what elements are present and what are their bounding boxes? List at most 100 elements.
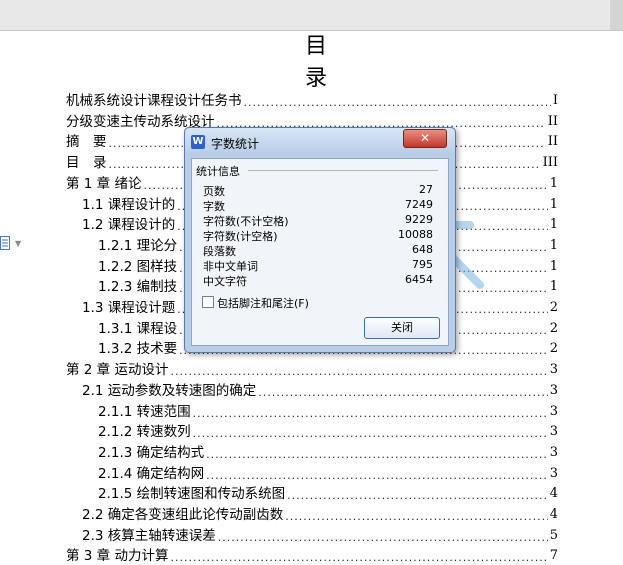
toc-leader-dots: ........................................…: [243, 96, 551, 109]
toc-entry[interactable]: 2.1 运动参数及转速图的确定.........................…: [82, 380, 558, 400]
toc-entry-page: 3: [549, 424, 558, 440]
toc-entry-page: 1: [549, 196, 558, 212]
toc-entry[interactable]: 2.1.5 绘制转速图和传动系统图.......................…: [98, 483, 558, 503]
toc-entry-title: 摘 要: [66, 134, 107, 151]
statistics-section-label: 统计信息: [196, 165, 240, 178]
toc-entry-title: 目 录: [66, 155, 107, 172]
stat-label: 字符数(不计空格): [203, 215, 289, 228]
toc-entry-title: 1.3.2 技术要: [98, 341, 178, 358]
dialog-body: 统计信息 页数 27 字数 7249 字符数(不计空格) 9229 字符数(计空格) 1008…: [191, 158, 449, 346]
word-count-dialog: W 字数统计 ✕ 统计信息 页数 27 字数 7249 字符数(不计空格) 9229 字符数…: [184, 127, 456, 353]
toc-entry[interactable]: 第 3 章 动力计算..............................…: [66, 545, 558, 565]
window-edge: [610, 0, 623, 30]
toc-entry-page: 3: [549, 382, 558, 398]
toc-entry-page: 2: [549, 320, 558, 336]
toc-entry[interactable]: 2.1.2 转速数列..............................…: [98, 421, 558, 441]
toc-entry-page: 2: [549, 300, 558, 315]
toc-entry-page: 5: [549, 527, 558, 543]
toc-entry-page: III: [542, 155, 558, 171]
include-footnotes-label[interactable]: 包括脚注和尾注(F): [217, 295, 309, 311]
toc-entry-page: 7: [549, 548, 558, 564]
stat-label: 字符数(计空格): [203, 230, 278, 243]
toc-entry-title: 2.3 核算主轴转速误差: [82, 527, 216, 544]
toc-entry-page: I: [552, 93, 558, 108]
toc-entry-title: 1.2.1 理论分: [98, 237, 178, 254]
toc-entry-title: 第 2 章 运动设计: [66, 362, 169, 379]
toc-entry[interactable]: 机械系统设计课程设计任务书...........................…: [66, 90, 558, 110]
page-title: 目 录: [304, 34, 355, 91]
stat-row: 页数 27: [203, 183, 433, 198]
toc-entry-page: 1: [549, 217, 558, 233]
stat-value: 6454: [405, 273, 433, 286]
close-icon[interactable]: ✕: [403, 129, 447, 148]
toc-entry-page: 1: [549, 237, 558, 253]
toc-entry-page: II: [547, 134, 558, 150]
toc-leader-dots: ........................................…: [258, 385, 547, 399]
toc-entry-page: 3: [549, 465, 558, 481]
toc-leader-dots: ........................................…: [206, 447, 548, 461]
document-icon[interactable]: [0, 236, 10, 250]
toc-entry-page: 2: [549, 341, 558, 357]
stat-row: 字符数(计空格) 10088: [203, 228, 433, 243]
toc-entry-page: 3: [549, 444, 558, 460]
toc-entry-title: 2.2 确定各变速组此论传动副齿数: [82, 507, 284, 523]
toc-entry-title: 机械系统设计课程设计任务书: [66, 93, 242, 109]
toc-entry[interactable]: 2.1.4 确定结构网.............................…: [98, 463, 558, 483]
toc-leader-dots: ........................................…: [285, 510, 547, 523]
stat-row: 字数 7249: [203, 198, 433, 213]
toc-entry-title: 2.1.5 绘制转速图和传动系统图: [98, 486, 286, 503]
stat-value: 795: [412, 258, 433, 271]
toc-entry-title: 第 3 章 动力计算: [66, 548, 169, 565]
stat-label: 页数: [203, 185, 225, 198]
stat-label: 字数: [203, 200, 225, 213]
toc-leader-dots: ........................................…: [287, 489, 548, 503]
toc-entry-page: 1: [549, 279, 558, 295]
toc-entry-title: 1.1 课程设计的: [82, 196, 176, 213]
toc-entry[interactable]: 2.1.1 转速范围..............................…: [98, 401, 558, 421]
stat-value: 648: [412, 243, 433, 256]
toc-leader-dots: ........................................…: [170, 551, 548, 565]
stat-label: 段落数: [203, 245, 236, 258]
toc-entry-title: 第 1 章 绪论: [66, 175, 142, 192]
toc-entry[interactable]: 2.2 确定各变速组此论传动副齿数.......................…: [82, 504, 558, 524]
toolbar-area: [0, 0, 623, 30]
toc-entry-page: 4: [549, 507, 558, 522]
toc-entry-page: 1: [549, 175, 558, 191]
toc-entry-page: 4: [549, 486, 558, 502]
toc-entry[interactable]: 2.3 核算主轴转速误差............................…: [82, 525, 558, 545]
toc-leader-dots: ........................................…: [192, 406, 548, 420]
toc-entry-title: 1.3 课程设计题: [82, 300, 176, 316]
toc-entry-title: 1.2.2 图样技: [98, 258, 178, 275]
dialog-title-bar[interactable]: W 字数统计 ✕: [185, 128, 455, 156]
toc-entry-title: 1.2 课程设计的: [82, 217, 176, 234]
stat-row: 非中文单词 795: [203, 258, 433, 273]
toc-leader-dots: ........................................…: [192, 427, 548, 441]
include-footnotes-checkbox[interactable]: [202, 296, 214, 308]
stat-value: 7249: [405, 198, 433, 211]
toc-entry-title: 2.1.4 确定结构网: [98, 465, 205, 482]
toc-leader-dots: ........................................…: [217, 530, 548, 544]
toc-entry-title: 2.1.1 转速范围: [98, 403, 191, 420]
stat-value: 27: [419, 183, 433, 196]
close-button[interactable]: 关闭: [364, 317, 440, 339]
toc-entry-page: 3: [549, 362, 558, 378]
toc-entry[interactable]: 2.1.3 确定结构式.............................…: [98, 442, 558, 462]
chevron-down-icon[interactable]: ▼: [15, 239, 21, 248]
stat-label: 中文字符: [203, 275, 247, 288]
toc-leader-dots: ........................................…: [206, 468, 548, 482]
stat-value: 10088: [398, 228, 433, 241]
stat-row: 段落数 648: [203, 243, 433, 258]
stat-label: 非中文单词: [203, 260, 258, 273]
toc-entry-page: II: [547, 113, 558, 129]
wps-writer-icon: W: [191, 135, 205, 149]
dialog-title: 字数统计: [211, 137, 260, 151]
stat-value: 9229: [405, 213, 433, 226]
toc-entry-title: 2.1 运动参数及转速图的确定: [82, 382, 257, 399]
section-divider: [248, 170, 438, 171]
toc-entry[interactable]: 第 2 章 运动设计..............................…: [66, 359, 558, 379]
stat-row: 中文字符 6454: [203, 273, 433, 288]
toc-entry-page: 1: [549, 258, 558, 274]
toc-entry-title: 1.2.3 编制技: [98, 279, 178, 296]
stat-row: 字符数(不计空格) 9229: [203, 213, 433, 228]
toc-entry-title: 2.1.3 确定结构式: [98, 444, 205, 461]
